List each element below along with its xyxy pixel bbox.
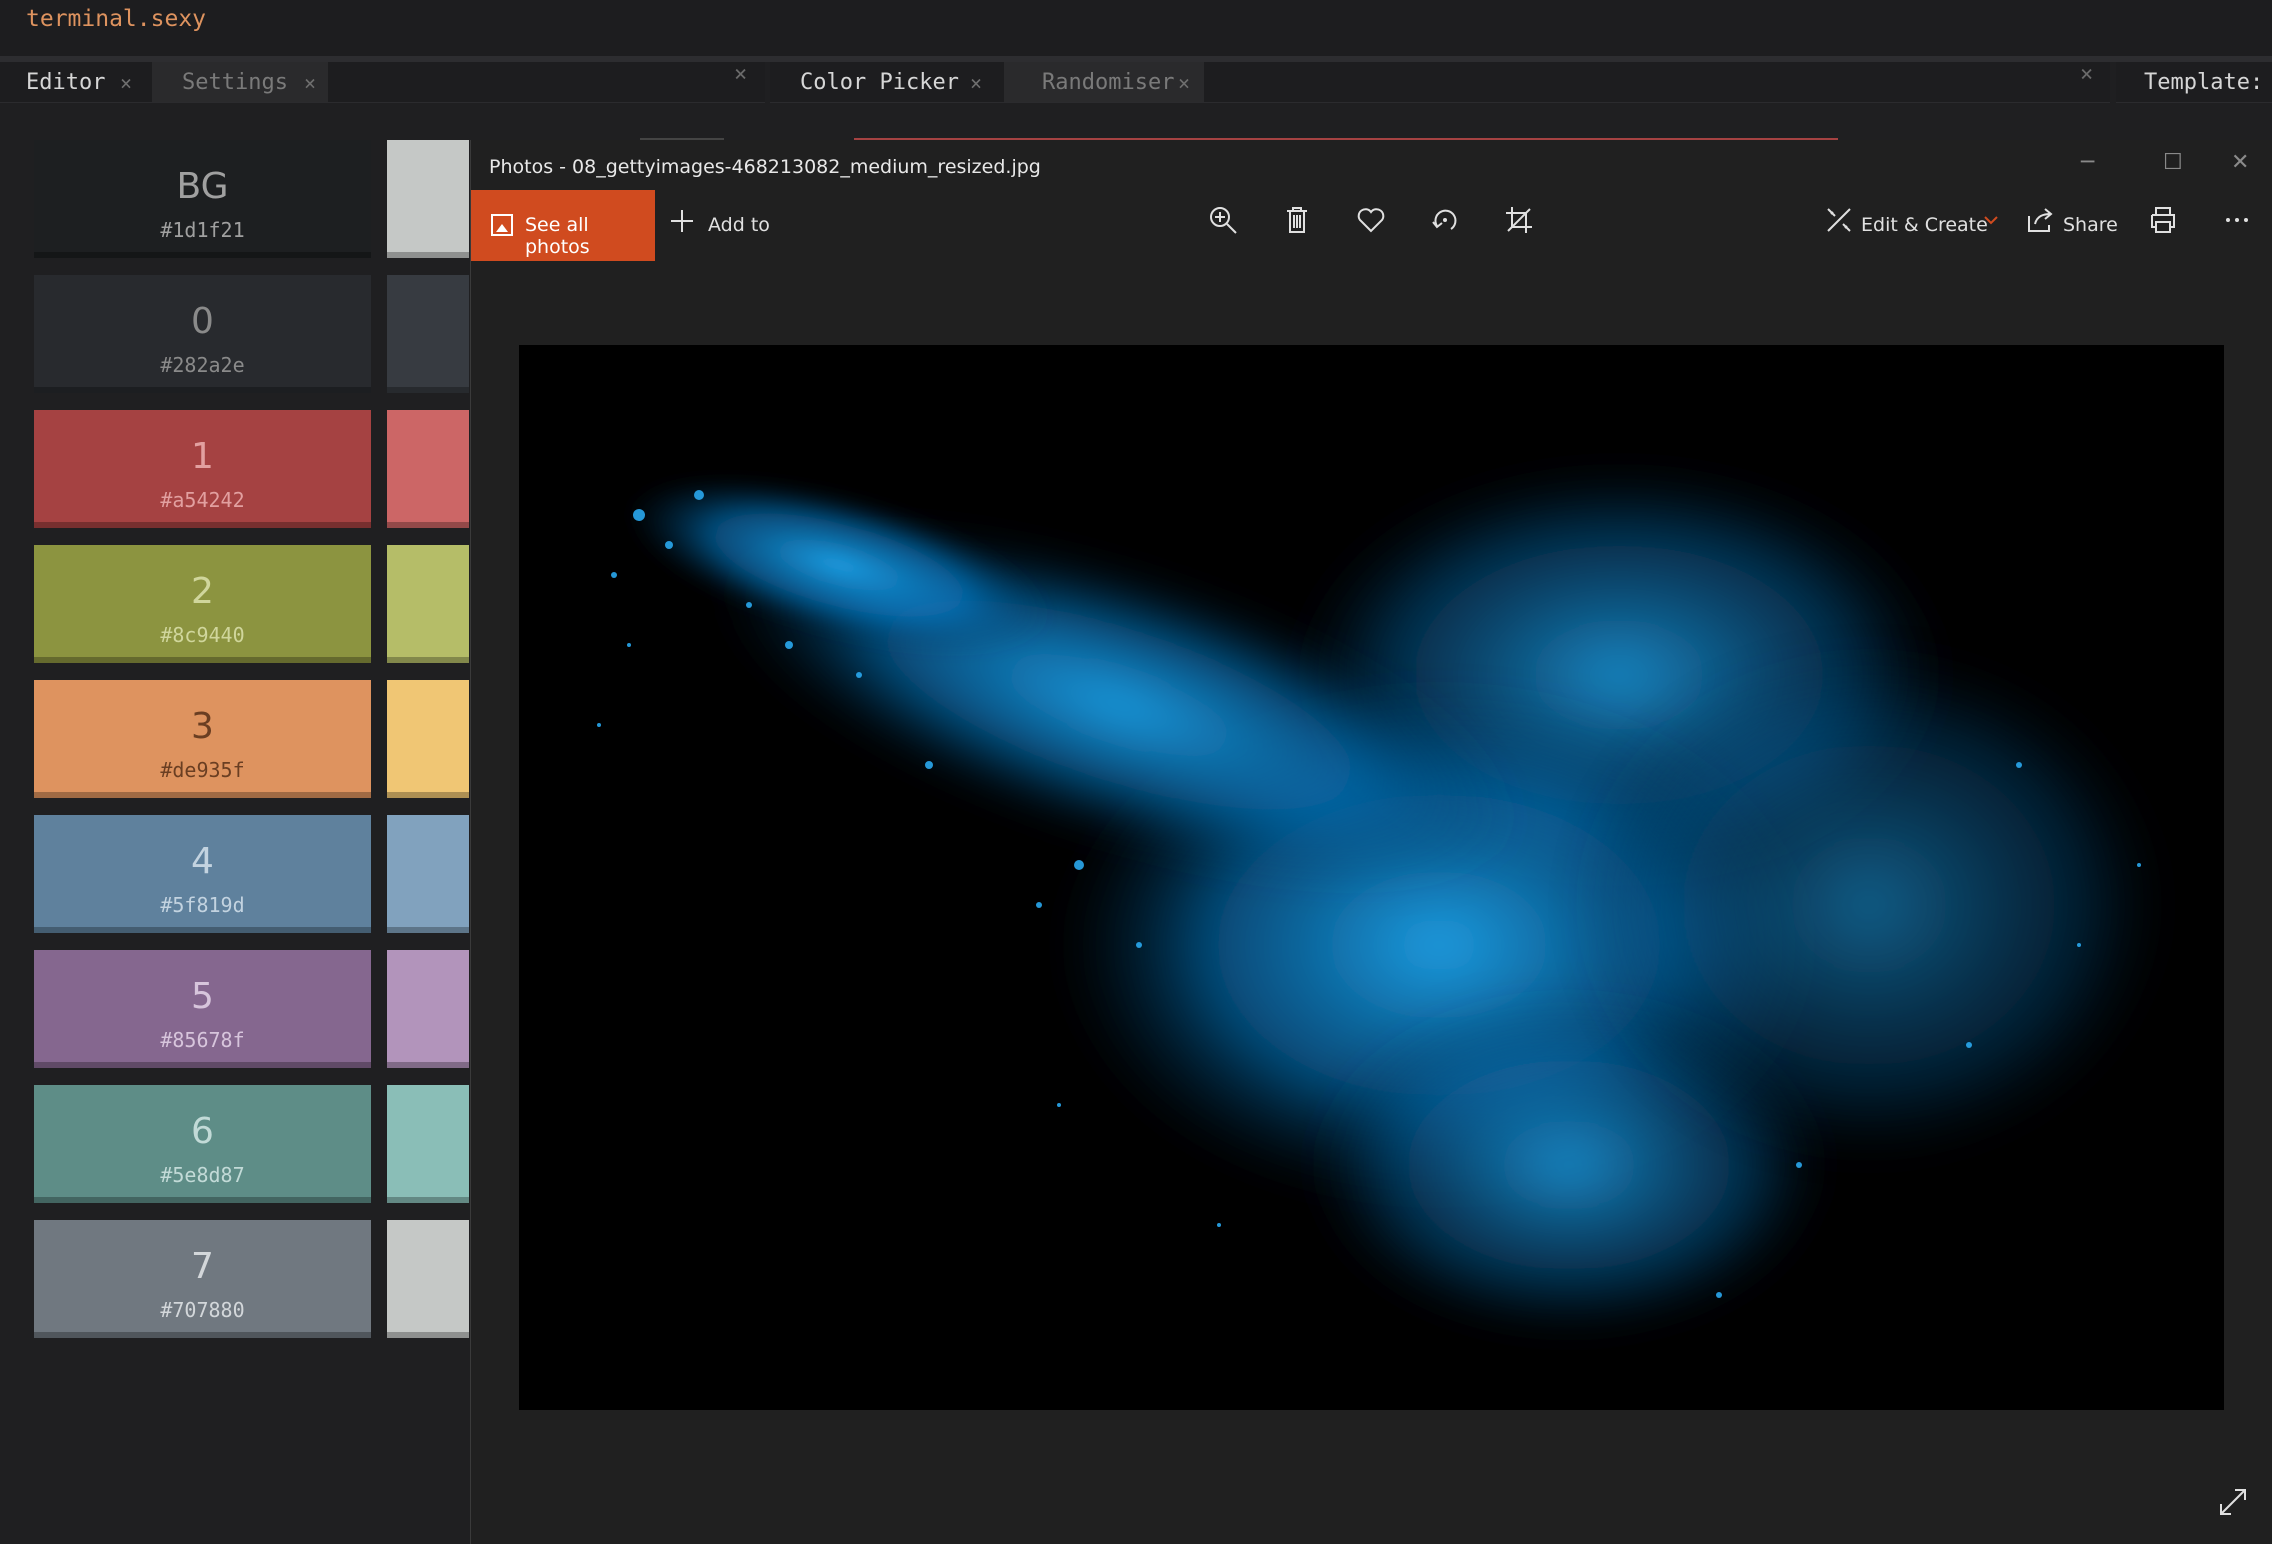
- swatch-4[interactable]: 4 #5f819d: [34, 815, 371, 933]
- tab-randomiser-label: Randomiser: [1042, 70, 1175, 95]
- swatch-hex: #8c9440: [160, 623, 245, 647]
- editor-tabbar: Editor × Settings ×: [0, 62, 765, 103]
- tab-editor-close-icon[interactable]: ×: [120, 62, 132, 104]
- see-all-photos-label: See all photos: [525, 214, 590, 258]
- favorite-icon[interactable]: [1355, 204, 1387, 236]
- swatch-hex: #5e8d87: [160, 1163, 245, 1187]
- plus-icon[interactable]: [669, 208, 695, 234]
- swatch-bg[interactable]: BG #1d1f21: [34, 140, 371, 258]
- maximize-button[interactable]: ☐: [2163, 150, 2183, 175]
- share-button[interactable]: Share: [2063, 214, 2118, 236]
- swatch-bright-2[interactable]: [387, 545, 469, 663]
- swatch-bright-7[interactable]: [387, 1220, 469, 1338]
- delete-icon[interactable]: [1281, 204, 1313, 236]
- swatch-bright-0[interactable]: [387, 275, 469, 393]
- swatch-6[interactable]: 6 #5e8d87: [34, 1085, 371, 1203]
- tab-settings[interactable]: Settings ×: [152, 62, 328, 102]
- photos-window: Photos - 08_gettyimages-468213082_medium…: [470, 140, 2272, 1544]
- crop-icon[interactable]: [1503, 204, 1535, 236]
- swatch-label: 0: [191, 301, 214, 342]
- swatch-hex: #5f819d: [160, 893, 245, 917]
- tab-editor[interactable]: Editor ×: [0, 62, 148, 102]
- tab-template[interactable]: Template:: [2116, 62, 2272, 102]
- swatch-hex: #85678f: [160, 1028, 245, 1052]
- swatch-label: 2: [191, 571, 214, 612]
- swatch-label: 5: [191, 976, 214, 1017]
- more-icon[interactable]: [2221, 204, 2253, 236]
- tab-color-picker-close-icon[interactable]: ×: [970, 62, 982, 104]
- app-logo[interactable]: terminal.sexy: [26, 6, 206, 32]
- swatch-bright-3[interactable]: [387, 680, 469, 798]
- tab-randomiser[interactable]: Randomiser ×: [1004, 62, 1204, 102]
- blue-powder-explosion-image: [519, 345, 2224, 1410]
- swatch-5[interactable]: 5 #85678f: [34, 950, 371, 1068]
- colorpicker-pane-close-icon[interactable]: ×: [2080, 62, 2093, 87]
- edit-create-icon[interactable]: [1823, 204, 1855, 236]
- zoom-icon[interactable]: [1207, 204, 1239, 236]
- expand-icon[interactable]: [2217, 1486, 2249, 1518]
- swatch-label: 7: [191, 1246, 214, 1287]
- rotate-icon[interactable]: [1429, 204, 1461, 236]
- print-icon[interactable]: [2147, 204, 2179, 236]
- tab-settings-close-icon[interactable]: ×: [304, 62, 316, 104]
- add-to-button[interactable]: Add to: [708, 214, 770, 236]
- swatch-bright-4[interactable]: [387, 815, 469, 933]
- minimize-button[interactable]: ─: [2081, 150, 2094, 175]
- swatch-label: BG: [176, 166, 229, 207]
- tab-color-picker-label: Color Picker: [800, 70, 959, 95]
- close-button[interactable]: ✕: [2231, 150, 2249, 175]
- template-tabbar: Template:: [2116, 62, 2272, 103]
- share-icon[interactable]: [2025, 204, 2057, 236]
- edit-create-button[interactable]: Edit & Create: [1861, 214, 1988, 236]
- tab-color-picker[interactable]: Color Picker ×: [770, 62, 1000, 102]
- swatch-hex: #282a2e: [160, 353, 245, 377]
- tab-randomiser-close-icon[interactable]: ×: [1178, 62, 1190, 104]
- swatch-7[interactable]: 7 #707880: [34, 1220, 371, 1338]
- swatch-hex: #1d1f21: [160, 218, 245, 242]
- editor-pane-close-icon[interactable]: ×: [734, 62, 747, 87]
- swatch-2[interactable]: 2 #8c9440: [34, 545, 371, 663]
- app-header: terminal.sexy: [0, 0, 2272, 56]
- swatch-hex: #707880: [160, 1298, 245, 1322]
- swatch-1[interactable]: 1 #a54242: [34, 410, 371, 528]
- swatch-bright-bg[interactable]: [387, 140, 469, 258]
- swatch-bright-6[interactable]: [387, 1085, 469, 1203]
- swatch-bright-5[interactable]: [387, 950, 469, 1068]
- chevron-down-icon[interactable]: [1981, 210, 2001, 230]
- tab-settings-label: Settings: [182, 70, 288, 95]
- photo-icon: [491, 214, 513, 236]
- swatch-0[interactable]: 0 #282a2e: [34, 275, 371, 393]
- photo-viewer-image[interactable]: [519, 345, 2224, 1410]
- colorpicker-tabbar: Color Picker × Randomiser ×: [770, 62, 2110, 103]
- swatch-3[interactable]: 3 #de935f: [34, 680, 371, 798]
- swatch-label: 6: [191, 1111, 214, 1152]
- swatch-label: 3: [191, 706, 214, 747]
- tab-template-label: Template:: [2144, 70, 2264, 95]
- swatch-label: 1: [191, 436, 214, 477]
- see-all-photos-button[interactable]: See all photos: [471, 190, 655, 261]
- swatch-hex: #de935f: [160, 758, 245, 782]
- swatch-hex: #a54242: [160, 488, 245, 512]
- tab-editor-label: Editor: [26, 70, 106, 95]
- swatch-label: 4: [191, 841, 214, 882]
- photos-title: Photos - 08_gettyimages-468213082_medium…: [489, 156, 1041, 178]
- swatch-bright-1[interactable]: [387, 410, 469, 528]
